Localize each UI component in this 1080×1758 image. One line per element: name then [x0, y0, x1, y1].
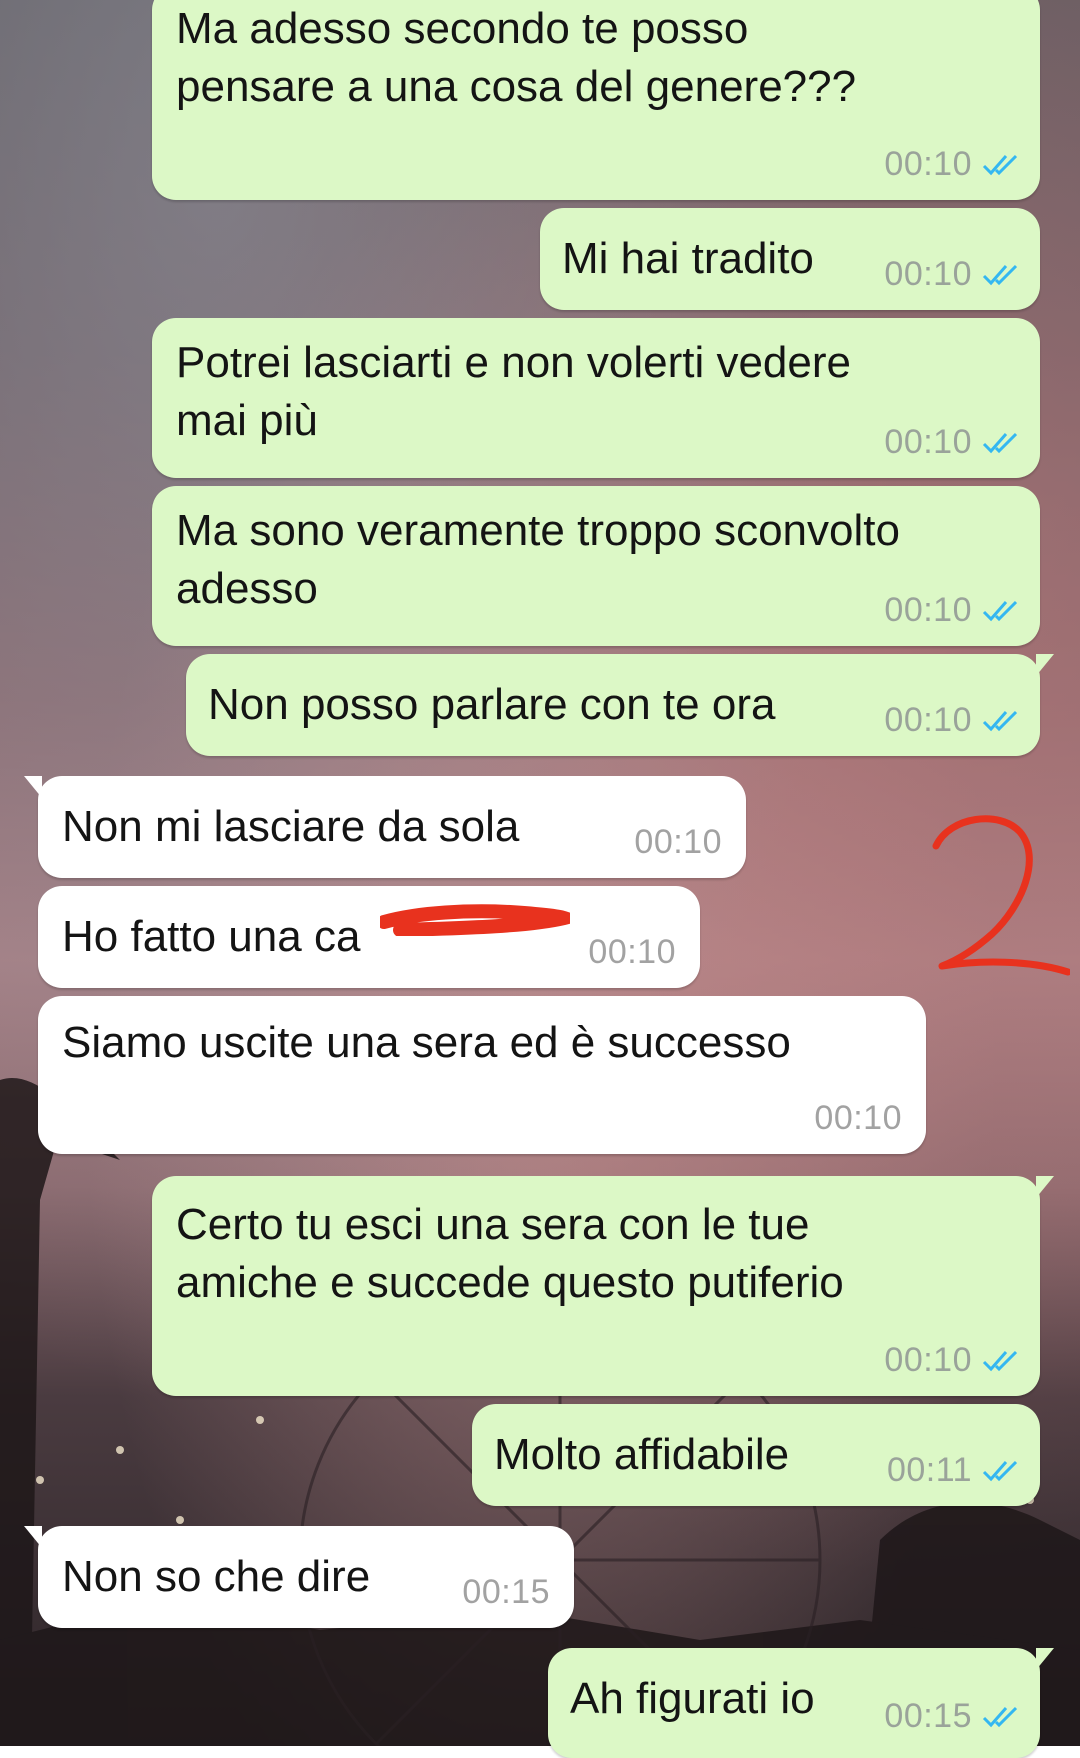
- outgoing-message-bubble[interactable]: Potrei lasciarti e non volerti vedere ma…: [152, 318, 1040, 478]
- message-time: 00:15: [884, 1697, 972, 1735]
- incoming-message-bubble[interactable]: Ho fatto una ca 00:10: [38, 886, 700, 988]
- message-text: Ma adesso secondo te posso pensare a una…: [176, 4, 857, 111]
- outgoing-message-bubble[interactable]: Mi hai tradito 00:10: [540, 208, 1040, 310]
- double-check-read-icon: [982, 1706, 1018, 1727]
- message-text: Ah figurati io: [570, 1674, 815, 1723]
- double-check-read-icon: [982, 264, 1018, 285]
- outgoing-message-bubble[interactable]: Ma sono veramente troppo sconvolto adess…: [152, 486, 1040, 646]
- message-time: 00:10: [814, 1099, 902, 1137]
- message-time: 00:15: [462, 1573, 550, 1611]
- message-text: Mi hai tradito: [562, 234, 814, 283]
- double-check-read-icon: [982, 600, 1018, 621]
- outgoing-message-bubble[interactable]: Molto affidabile 00:11: [472, 1404, 1040, 1506]
- incoming-message-bubble[interactable]: Non so che dire 00:15: [24, 1526, 574, 1628]
- annotation-text: 2: [930, 810, 931, 811]
- message-time: 00:10: [884, 255, 972, 293]
- message-time: 00:10: [588, 933, 676, 971]
- message-text: Molto affidabile: [494, 1430, 790, 1479]
- outgoing-message-bubble[interactable]: Ma adesso secondo te posso pensare a una…: [152, 0, 1040, 200]
- message-text: Non so che dire: [62, 1552, 371, 1601]
- message-time: 00:10: [884, 701, 972, 739]
- incoming-message-bubble[interactable]: Non mi lasciare da sola 00:10: [24, 776, 746, 878]
- message-text: Potrei lasciarti e non volerti vedere ma…: [176, 338, 851, 445]
- double-check-read-icon: [982, 1460, 1018, 1481]
- message-time: 00:10: [884, 1341, 972, 1379]
- outgoing-message-bubble[interactable]: Ah figurati io 00:15: [548, 1648, 1054, 1758]
- message-text: Siamo uscite una sera ed è successo: [62, 1018, 791, 1067]
- outgoing-message-bubble[interactable]: Non posso parlare con te ora 00:10: [186, 654, 1054, 756]
- message-time: 00:10: [884, 591, 972, 629]
- red-scribble-redaction: [380, 904, 570, 936]
- message-text: Non posso parlare con te ora: [208, 680, 776, 729]
- message-time: 00:10: [884, 145, 972, 183]
- incoming-message-bubble[interactable]: Siamo uscite una sera ed è successo 00:1…: [38, 996, 926, 1154]
- double-check-read-icon: [982, 710, 1018, 731]
- message-text: Ho fatto una ca: [62, 912, 361, 961]
- double-check-read-icon: [982, 1350, 1018, 1371]
- message-text: Ma sono veramente troppo sconvolto adess…: [176, 506, 900, 613]
- message-text: Non mi lasciare da sola: [62, 802, 520, 851]
- double-check-read-icon: [982, 432, 1018, 453]
- message-text: Certo tu esci una sera con le tue amiche…: [176, 1200, 844, 1307]
- outgoing-message-bubble[interactable]: Certo tu esci una sera con le tue amiche…: [152, 1176, 1054, 1396]
- message-time: 00:10: [884, 423, 972, 461]
- message-time: 00:10: [634, 823, 722, 861]
- handwritten-number-annotation: 2: [930, 810, 1070, 976]
- double-check-read-icon: [982, 154, 1018, 175]
- message-time: 00:11: [886, 1451, 972, 1489]
